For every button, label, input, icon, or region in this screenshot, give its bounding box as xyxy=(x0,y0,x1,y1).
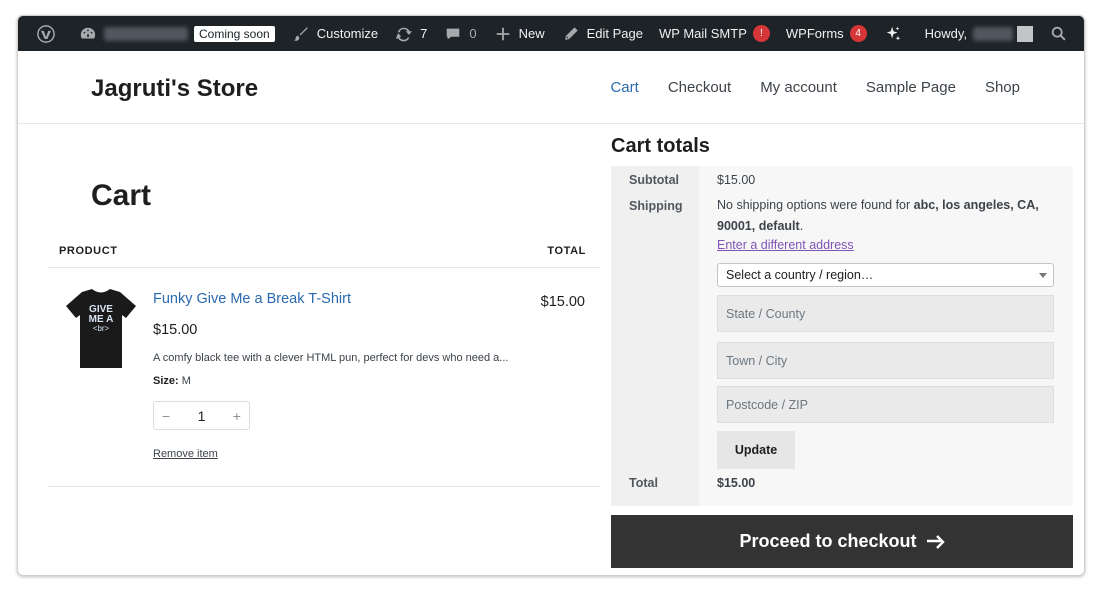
customize-label: Customize xyxy=(316,26,379,41)
shipping-message-prefix: No shipping options were found for xyxy=(717,198,914,212)
quantity-decrease-button[interactable]: − xyxy=(162,408,170,424)
subtotal-value: $15.00 xyxy=(717,173,756,187)
ai-sparkle-button[interactable] xyxy=(875,16,917,51)
product-description: A comfy black tee with a clever HTML pun… xyxy=(153,352,509,364)
dashboard-icon xyxy=(78,24,98,44)
edit-page-menu[interactable]: Edit Page xyxy=(553,16,651,51)
updates-icon xyxy=(394,24,414,44)
edit-page-label: Edit Page xyxy=(586,26,643,41)
subtotal-label: Subtotal xyxy=(629,173,679,187)
shipping-message-suffix: . xyxy=(799,219,804,233)
wpforms-menu[interactable]: WPForms 4 xyxy=(778,16,875,51)
site-header: Jagruti's Store Cart Checkout My account… xyxy=(18,51,1084,124)
customize-menu[interactable]: Customize xyxy=(283,16,386,51)
nav-item-shop[interactable]: Shop xyxy=(985,79,1020,96)
site-name-redacted xyxy=(104,26,188,41)
column-header-product: PRODUCT xyxy=(59,245,118,257)
sparkle-icon xyxy=(883,24,903,44)
country-select-value: Select a country / region… xyxy=(726,268,874,282)
admin-search-button[interactable] xyxy=(1041,16,1084,51)
comment-icon xyxy=(443,24,463,44)
shipping-label: Shipping xyxy=(629,199,683,213)
shirt-print-line3: <br> xyxy=(93,324,110,333)
total-value: $15.00 xyxy=(717,476,756,490)
checkout-button-label: Proceed to checkout xyxy=(739,531,917,551)
wpforms-badge: 4 xyxy=(849,25,867,42)
search-icon xyxy=(1049,24,1069,44)
totals-label-column xyxy=(611,166,699,506)
cart-totals-panel: Subtotal $15.00 Shipping No shipping opt… xyxy=(611,166,1073,506)
quantity-stepper: − 1 + xyxy=(153,401,250,430)
product-variation: Size: M xyxy=(153,375,191,387)
nav-item-cart[interactable]: Cart xyxy=(610,79,638,96)
brush-icon xyxy=(291,24,311,44)
product-thumbnail[interactable]: GIVE ME A <br> xyxy=(64,288,138,370)
enter-different-address-link[interactable]: Enter a different address xyxy=(717,238,854,252)
line-item-total: $15.00 xyxy=(540,294,585,310)
wp-mail-smtp-label: WP Mail SMTP xyxy=(659,26,747,41)
admin-bar: Coming soon Customize 7 0 New Edit Page … xyxy=(18,16,1084,51)
site-title[interactable]: Jagruti's Store xyxy=(91,75,258,103)
updates-menu[interactable]: 7 xyxy=(386,16,435,51)
comments-count: 0 xyxy=(469,26,477,41)
avatar xyxy=(1017,25,1034,42)
cart-totals-title: Cart totals xyxy=(611,135,710,157)
country-select[interactable]: Select a country / region… xyxy=(717,263,1054,287)
state-field[interactable]: State / County xyxy=(717,295,1054,332)
cart-item-row: GIVE ME A <br> Funky Give Me a Break T-S… xyxy=(48,268,600,487)
chevron-down-icon xyxy=(1039,273,1047,278)
quantity-increase-button[interactable]: + xyxy=(233,408,241,424)
update-shipping-button[interactable]: Update xyxy=(717,431,795,469)
howdy-label: Howdy, xyxy=(924,26,968,41)
plus-icon xyxy=(493,24,513,44)
new-label: New xyxy=(518,26,545,41)
nav-item-sample-page[interactable]: Sample Page xyxy=(866,79,956,96)
coming-soon-badge: Coming soon xyxy=(194,25,275,42)
proceed-to-checkout-button[interactable]: Proceed to checkout xyxy=(611,515,1073,568)
city-field[interactable]: Town / City xyxy=(717,342,1054,379)
wp-mail-smtp-menu[interactable]: WP Mail SMTP ! xyxy=(651,16,778,51)
pencil-icon xyxy=(561,24,581,44)
quantity-value[interactable]: 1 xyxy=(198,408,206,424)
variation-label: Size: xyxy=(153,375,179,387)
wpforms-label: WPForms xyxy=(785,26,844,41)
wp-logo-menu[interactable] xyxy=(18,16,70,51)
site-name-menu[interactable]: Coming soon xyxy=(70,16,283,51)
postcode-field[interactable]: Postcode / ZIP xyxy=(717,386,1054,423)
total-label: Total xyxy=(629,476,658,490)
arrow-right-icon xyxy=(926,534,945,549)
remove-item-link[interactable]: Remove item xyxy=(153,448,218,460)
nav-item-checkout[interactable]: Checkout xyxy=(668,79,731,96)
browser-frame: Coming soon Customize 7 0 New Edit Page … xyxy=(17,15,1085,576)
cart-table-header: PRODUCT TOTAL xyxy=(48,242,600,268)
comments-menu[interactable]: 0 xyxy=(435,16,484,51)
updates-count: 7 xyxy=(420,26,428,41)
wp-mail-smtp-badge: ! xyxy=(752,25,770,42)
product-name-link[interactable]: Funky Give Me a Break T-Shirt xyxy=(153,291,351,307)
column-header-total: TOTAL xyxy=(547,245,586,257)
username-redacted xyxy=(973,26,1014,41)
wordpress-icon xyxy=(36,24,56,44)
nav-item-my-account[interactable]: My account xyxy=(760,79,837,96)
page-title: Cart xyxy=(91,179,152,212)
shipping-message: No shipping options were found for abc, … xyxy=(717,195,1047,237)
primary-nav: Cart Checkout My account Sample Page Sho… xyxy=(610,79,1020,96)
my-account-menu[interactable]: Howdy, xyxy=(917,16,1041,51)
product-price: $15.00 xyxy=(153,322,198,338)
new-content-menu[interactable]: New xyxy=(485,16,553,51)
variation-value: M xyxy=(181,375,191,387)
